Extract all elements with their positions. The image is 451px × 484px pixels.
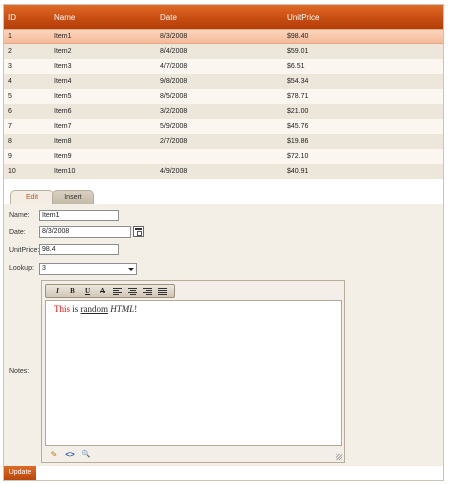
table-cell-id: 8 bbox=[8, 138, 12, 145]
table-cell-id: 5 bbox=[8, 93, 12, 100]
lookup-label: Lookup: bbox=[9, 265, 34, 272]
notes-editor: I B U A This is random HTML! ✎ <> 🔍 bbox=[41, 280, 345, 463]
table-cell-date: 8/3/2008 bbox=[160, 33, 188, 40]
items-grid: ID Name Date UnitPrice 1 Item1 8/3/2008 $98… bbox=[4, 5, 443, 179]
table-cell-price: $45.76 bbox=[287, 123, 309, 130]
lookup-dropdown[interactable]: 3 bbox=[39, 263, 137, 275]
calendar-icon[interactable] bbox=[133, 226, 144, 237]
notes-word-is: is bbox=[72, 304, 79, 314]
table-row[interactable]: 8 Item8 2/7/2008 $19.86 bbox=[4, 134, 443, 149]
underline-icon[interactable]: U bbox=[80, 285, 95, 297]
table-cell-date: 3/2/2008 bbox=[160, 108, 188, 115]
table-cell-id: 10 bbox=[8, 168, 16, 175]
design-mode-icon[interactable]: ✎ bbox=[48, 449, 60, 460]
table-row[interactable]: 5 Item5 8/5/2008 $78.71 bbox=[4, 89, 443, 104]
table-cell-name: Item1 bbox=[54, 33, 72, 40]
date-field[interactable]: 8/3/2008 bbox=[39, 226, 131, 238]
table-cell-name: Item2 bbox=[54, 48, 72, 55]
preview-mode-icon[interactable]: 🔍 bbox=[80, 449, 92, 460]
table-cell-name: Item4 bbox=[54, 78, 72, 85]
table-cell-price: $54.34 bbox=[287, 78, 309, 85]
align-left-icon[interactable] bbox=[110, 285, 125, 297]
table-cell-id: 9 bbox=[8, 153, 12, 160]
editor-toolbar: I B U A bbox=[45, 284, 175, 298]
html-mode-icon[interactable]: <> bbox=[64, 449, 76, 460]
unitprice-label: UnitPrice: bbox=[9, 247, 40, 254]
table-cell-id: 2 bbox=[8, 48, 12, 55]
table-cell-price: $6.51 bbox=[287, 63, 305, 70]
table-cell-price: $72.10 bbox=[287, 153, 309, 160]
notes-word-random: random bbox=[80, 304, 109, 314]
table-cell-name: Item9 bbox=[54, 153, 72, 160]
resize-grip-icon[interactable] bbox=[336, 454, 342, 460]
table-cell-name: Item10 bbox=[54, 168, 76, 175]
table-row[interactable]: 2 Item2 8/4/2008 $59.01 bbox=[4, 44, 443, 59]
justify-icon[interactable] bbox=[155, 285, 170, 297]
table-cell-price: $78.71 bbox=[287, 93, 309, 100]
table-cell-id: 4 bbox=[8, 78, 12, 85]
bold-icon[interactable]: B bbox=[65, 285, 80, 297]
lookup-selected-value: 3 bbox=[42, 265, 46, 272]
editor-mode-bar: ✎ <> 🔍 bbox=[48, 449, 92, 460]
table-cell-price: $19.86 bbox=[287, 138, 309, 145]
column-header-name[interactable]: Name bbox=[54, 13, 160, 22]
table-cell-date: 8/4/2008 bbox=[160, 48, 188, 55]
name-field[interactable]: Item1 bbox=[39, 210, 119, 221]
edit-form: Name: Item1 Date: 8/3/2008 UnitPrice: 98… bbox=[4, 204, 443, 466]
italic-icon[interactable]: I bbox=[50, 285, 65, 297]
tabstrip: Edit Insert bbox=[4, 187, 443, 205]
table-cell-date: 8/5/2008 bbox=[160, 93, 188, 100]
tab-edit[interactable]: Edit bbox=[10, 190, 54, 205]
table-cell-name: Item6 bbox=[54, 108, 72, 115]
table-cell-price: $59.01 bbox=[287, 48, 309, 55]
grid-body: 1 Item1 8/3/2008 $98.40 2 Item2 8/4/2008 $59.01… bbox=[4, 29, 443, 179]
table-cell-date: 4/9/2008 bbox=[160, 168, 188, 175]
table-cell-id: 1 bbox=[8, 33, 12, 40]
column-header-unitprice[interactable]: UnitPrice bbox=[287, 13, 443, 22]
table-row[interactable]: 4 Item4 9/8/2008 $54.34 bbox=[4, 74, 443, 89]
table-cell-price: $21.00 bbox=[287, 108, 309, 115]
table-row[interactable]: 6 Item6 3/2/2008 $21.00 bbox=[4, 104, 443, 119]
tab-insert[interactable]: Insert bbox=[52, 190, 94, 204]
table-row[interactable]: 1 Item1 8/3/2008 $98.40 bbox=[4, 29, 443, 44]
table-cell-name: Item5 bbox=[54, 93, 72, 100]
table-cell-id: 6 bbox=[8, 108, 12, 115]
table-cell-date: 9/8/2008 bbox=[160, 78, 188, 85]
unitprice-field[interactable]: 98.4 bbox=[39, 244, 119, 255]
column-header-id[interactable]: ID bbox=[4, 13, 54, 22]
table-cell-name: Item3 bbox=[54, 63, 72, 70]
align-center-icon[interactable] bbox=[125, 285, 140, 297]
table-cell-name: Item8 bbox=[54, 138, 72, 145]
grid-header: ID Name Date UnitPrice bbox=[4, 5, 443, 29]
notes-label: Notes: bbox=[9, 368, 30, 375]
date-label: Date: bbox=[9, 229, 26, 236]
table-cell-id: 7 bbox=[8, 123, 12, 130]
chevron-down-icon bbox=[128, 268, 134, 271]
table-row[interactable]: 7 Item7 5/9/2008 $45.76 bbox=[4, 119, 443, 134]
table-cell-date: 5/9/2008 bbox=[160, 123, 188, 130]
notes-word-html: HTML bbox=[110, 304, 135, 314]
align-right-icon[interactable] bbox=[140, 285, 155, 297]
update-button[interactable]: Update bbox=[4, 466, 36, 480]
grid-panel: ID Name Date UnitPrice 1 Item1 8/3/2008 $98… bbox=[3, 4, 444, 481]
strikethrough-icon[interactable]: A bbox=[95, 285, 110, 297]
table-cell-name: Item7 bbox=[54, 123, 72, 130]
notes-word-this: This bbox=[54, 304, 71, 314]
table-row[interactable]: 3 Item3 4/7/2008 $6.51 bbox=[4, 59, 443, 74]
column-header-date[interactable]: Date bbox=[160, 13, 287, 22]
table-row[interactable]: 9 Item9 $72.10 bbox=[4, 149, 443, 164]
table-cell-price: $40.91 bbox=[287, 168, 309, 175]
table-cell-id: 3 bbox=[8, 63, 12, 70]
editor-content[interactable]: This is random HTML! bbox=[45, 300, 342, 446]
notes-word-exclaim: ! bbox=[134, 304, 138, 314]
table-row[interactable]: 10 Item10 4/9/2008 $40.91 bbox=[4, 164, 443, 179]
table-cell-date: 2/7/2008 bbox=[160, 138, 188, 145]
table-cell-price: $98.40 bbox=[287, 33, 309, 40]
table-cell-date: 4/7/2008 bbox=[160, 63, 188, 70]
name-label: Name: bbox=[9, 212, 30, 219]
